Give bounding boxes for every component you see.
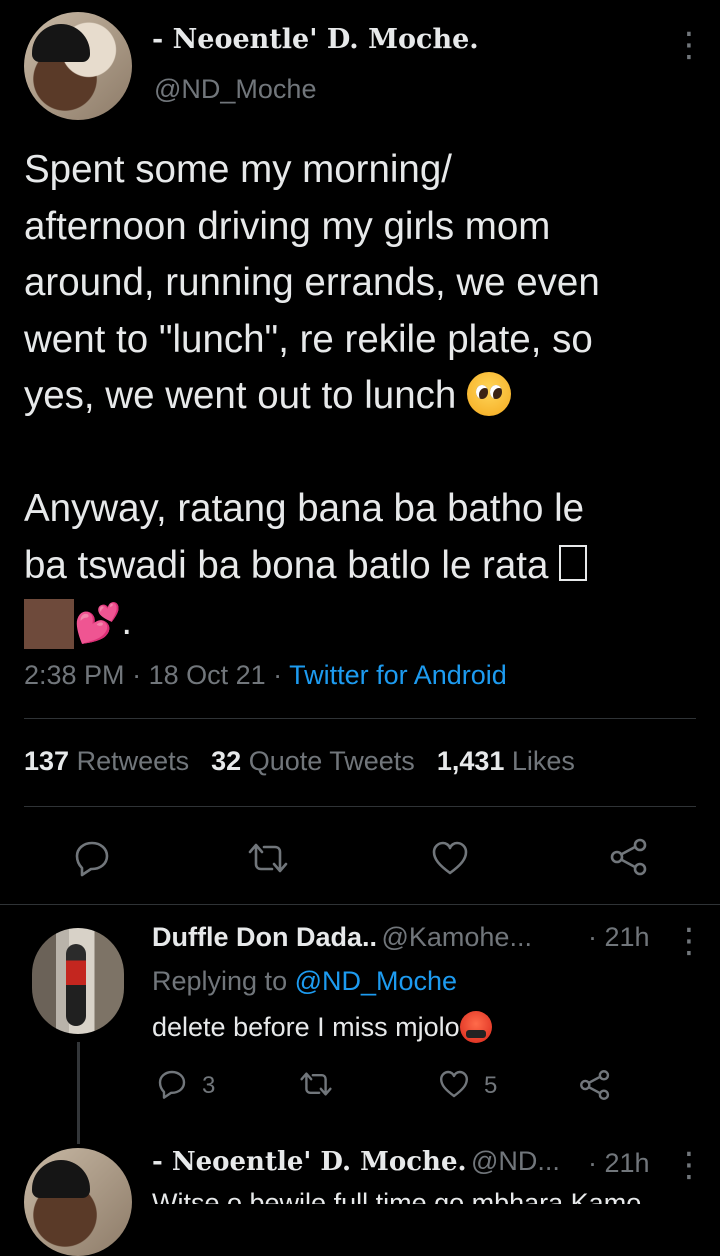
reply-author-name[interactable]: - Neoentle' D. Moche. (152, 1147, 467, 1177)
retweets-count: 137 (24, 746, 70, 776)
reply-count: 3 (202, 1072, 216, 1099)
quotes-label: Quote Tweets (248, 746, 415, 776)
reply-more-options-icon[interactable]: ⋮ (672, 924, 706, 958)
reply-avatar[interactable] (32, 928, 124, 1034)
quotes-count: 32 (211, 746, 242, 776)
tweet-meta: 2:38 PM · 18 Oct 21 · Twitter for Androi… (24, 660, 507, 691)
reply-author-handle[interactable]: @ND... (471, 1146, 560, 1176)
reply-header: Duffle Don Dada.. @Kamohe... (152, 922, 532, 953)
angry-face-emoji (459, 1010, 492, 1043)
reply-author-handle[interactable]: @Kamohe... (381, 922, 531, 952)
author-avatar[interactable] (24, 12, 132, 120)
replying-to-label: Replying to (152, 966, 288, 996)
tweet-source-link[interactable]: Twitter for Android (289, 660, 507, 690)
reply-header: - Neoentle' D. Moche. @ND... (152, 1146, 560, 1177)
tweet-text: Spent some my morning/ afternoon driving… (24, 142, 704, 652)
reply-text: delete before I miss mjolo (152, 1010, 492, 1045)
reply-icon[interactable] (72, 838, 112, 878)
tweet-time: 2:38 PM (24, 660, 125, 690)
two-hearts-emoji: 💕 (74, 602, 122, 645)
reply-text-content: delete before I miss mjolo (152, 1012, 460, 1042)
tweet-date: 18 Oct 21 (148, 660, 266, 690)
replying-to-mention[interactable]: @ND_Moche (295, 966, 457, 996)
reply-avatar[interactable] (24, 1148, 132, 1256)
quote-tweets-stat[interactable]: 32 Quote Tweets (211, 746, 415, 777)
retweet-icon[interactable] (246, 838, 290, 878)
retweets-stat[interactable]: 137 Retweets (24, 746, 189, 777)
pleading-face-emoji (467, 371, 512, 416)
reply-time: · 21h (588, 922, 650, 952)
meta-separator: · (124, 660, 149, 690)
like-count: 5 (484, 1072, 498, 1099)
divider (24, 806, 696, 807)
missing-glyph-icon (559, 545, 588, 582)
divider (24, 718, 696, 719)
author-handle[interactable]: @ND_Moche (154, 74, 316, 105)
retweet-icon[interactable] (298, 1068, 334, 1100)
engagement-stats: 137 Retweets 32 Quote Tweets 1,431 Likes (24, 746, 575, 777)
share-icon[interactable] (578, 1068, 612, 1102)
replying-to: Replying to @ND_Moche (152, 966, 457, 997)
tweet-text-paragraph-2: Anyway, ratang bana ba batho le ba tswad… (24, 487, 585, 587)
reply-more-options-icon[interactable]: ⋮ (672, 1148, 706, 1182)
retweets-label: Retweets (76, 746, 190, 776)
like-icon[interactable] (430, 838, 470, 878)
thread-line (77, 1042, 80, 1144)
like-icon[interactable] (438, 1068, 470, 1100)
reply-icon[interactable] (156, 1068, 188, 1100)
divider (0, 904, 720, 905)
reply-text: Witse o bewile full time go mbhara Kamo.… (152, 1188, 664, 1204)
tweet-text-paragraph-1: Spent some my morning/ afternoon driving… (24, 148, 600, 417)
share-icon[interactable] (608, 836, 650, 878)
likes-label: Likes (511, 746, 575, 776)
reply-time: · 21h (588, 1148, 650, 1178)
author-display-name[interactable]: - Neoentle' D. Moche. (152, 24, 479, 55)
reply-author-name[interactable]: Duffle Don Dada.. (152, 922, 377, 952)
meta-separator: · (265, 660, 290, 690)
tweet-text-period: . (121, 600, 133, 643)
brown-square-emoji (24, 598, 74, 649)
likes-stat[interactable]: 1,431 Likes (437, 746, 575, 777)
likes-count: 1,431 (436, 746, 505, 776)
more-options-icon[interactable]: ⋮ (672, 28, 706, 62)
